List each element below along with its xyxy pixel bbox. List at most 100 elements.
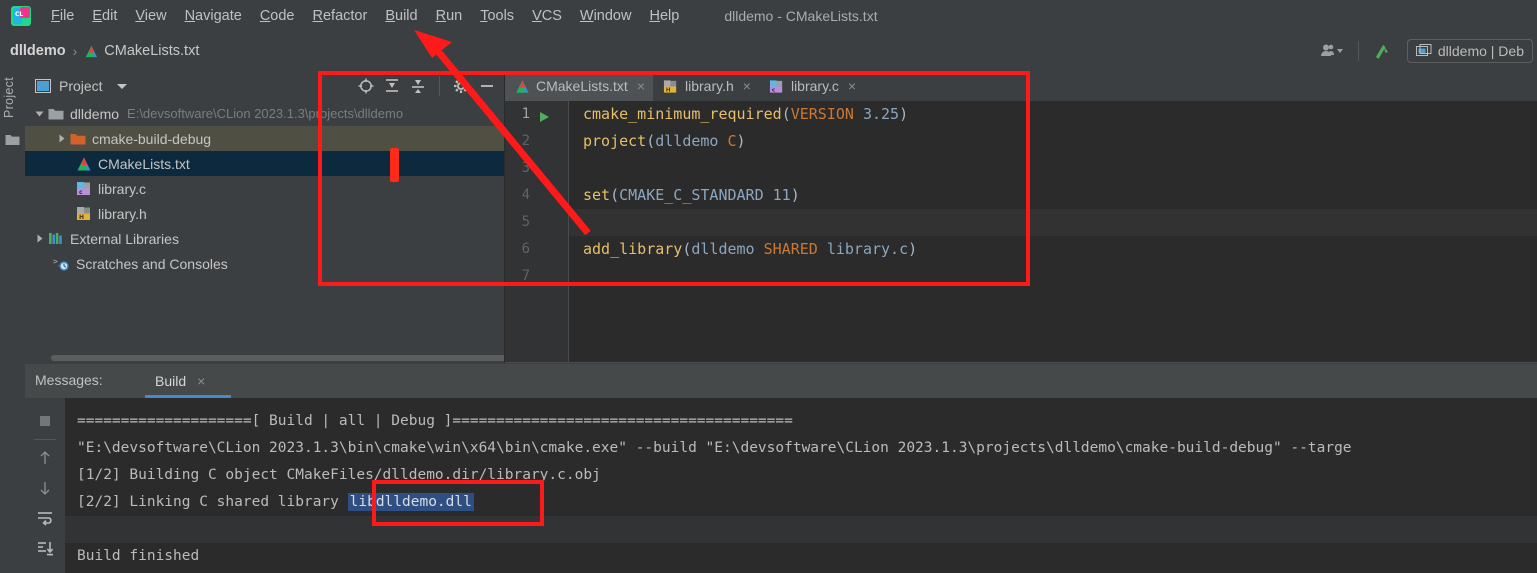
close-icon[interactable]: × xyxy=(197,373,205,389)
menu-item-window[interactable]: Window xyxy=(571,6,641,26)
menu-item-tools[interactable]: Tools xyxy=(471,6,523,26)
tree-node-scratches-and-consoles[interactable]: >_ Scratches and Consoles xyxy=(25,251,504,276)
menu-item-file[interactable]: FFileile xyxy=(42,6,83,26)
code-token: ( xyxy=(646,132,656,150)
scratches-icon: >_ xyxy=(53,255,71,273)
breadcrumb-file[interactable]: CMakeLists.txt xyxy=(104,43,199,59)
code-token: VERSION xyxy=(790,105,854,123)
code-line-5[interactable] xyxy=(569,209,1537,236)
external-libraries-icon xyxy=(47,230,65,248)
code-line-6[interactable]: add_library(dlldemo SHARED library.c) xyxy=(569,236,1537,263)
editor-tab-library-h[interactable]: H library.h × xyxy=(653,71,759,101)
breadcrumb-project[interactable]: dlldemo xyxy=(10,43,66,59)
chevron-right-icon[interactable] xyxy=(53,131,69,147)
code-line-7[interactable] xyxy=(569,263,1537,290)
code-lines[interactable]: cmake_minimum_required(VERSION 3.25) pro… xyxy=(569,101,1537,363)
build-console[interactable]: ====================[ Build | all | Debu… xyxy=(65,398,1537,573)
line-number: 6 xyxy=(521,241,530,257)
console-line-blank xyxy=(65,516,1537,543)
tree-node-cmakelists[interactable]: CMakeLists.txt xyxy=(25,151,504,176)
scroll-to-end-icon[interactable] xyxy=(32,533,58,563)
window-title: dlldemo - CMakeLists.txt xyxy=(724,7,878,24)
tree-label-cmakelists: CMakeLists.txt xyxy=(98,155,190,172)
build-messages-panel: Messages: Build × ====================[… xyxy=(0,364,1537,573)
selected-output-filename[interactable]: libdlldemo.dll xyxy=(347,493,474,511)
svg-text:CL: CL xyxy=(15,11,23,18)
cmake-file-icon xyxy=(84,44,99,59)
run-configuration-selector[interactable]: dlldemo | Deb xyxy=(1406,39,1533,63)
soft-wrap-icon[interactable] xyxy=(32,503,58,533)
editor-tab-cmakelists[interactable]: CMakeLists.txt × xyxy=(505,71,653,102)
h-file-icon: H xyxy=(75,205,93,223)
menu-item-view[interactable]: View xyxy=(126,6,175,26)
settings-gear-icon[interactable] xyxy=(450,75,472,97)
tree-label-dlldemo: dlldemo xyxy=(70,105,120,122)
menu-item-navigate[interactable]: Navigate xyxy=(176,6,251,26)
green-arrow-icon[interactable] xyxy=(1372,40,1394,62)
menu-item-help[interactable]: Help xyxy=(640,6,688,26)
project-horizontal-scrollbar[interactable] xyxy=(51,355,504,361)
code-line-2[interactable]: project(dlldemo C) xyxy=(569,128,1537,155)
code-token: ) xyxy=(790,186,800,204)
close-icon[interactable]: × xyxy=(743,78,751,94)
folder-icon[interactable] xyxy=(5,133,20,149)
tree-node-external-libraries[interactable]: External Libraries xyxy=(25,226,504,251)
tab-build-label: Build xyxy=(155,373,187,389)
code-line-1[interactable]: cmake_minimum_required(VERSION 3.25) xyxy=(569,101,1537,128)
menu-item-refactor[interactable]: Refactor xyxy=(304,6,377,26)
line-number: 1 xyxy=(521,106,530,122)
line-number: 7 xyxy=(521,268,530,284)
locate-icon[interactable] xyxy=(355,75,377,97)
project-file-tree[interactable]: dlldemo E:\devsoftware\CLion 2023.1.3\pr… xyxy=(25,101,504,363)
tree-node-library-c[interactable]: c library.c xyxy=(25,176,504,201)
line-number: 3 xyxy=(521,160,530,176)
prev-problem-icon[interactable] xyxy=(32,443,58,473)
next-problem-icon[interactable] xyxy=(32,473,58,503)
code-token: 3.25 xyxy=(862,105,900,123)
close-icon[interactable]: × xyxy=(637,78,645,94)
console-line-finished: Build finished xyxy=(77,548,200,564)
collapse-all-icon[interactable] xyxy=(407,75,429,97)
code-token: 11 xyxy=(772,186,791,204)
code-token: set xyxy=(583,186,611,204)
stripe-item-project[interactable]: Project xyxy=(2,77,16,118)
code-token: ) xyxy=(908,240,918,258)
editor-tab-library-c[interactable]: c library.c × xyxy=(759,71,864,101)
menu-item-edit[interactable]: Edit xyxy=(83,6,126,26)
tree-node-cmake-build-debug[interactable]: cmake-build-debug xyxy=(25,126,504,151)
toolbar-divider xyxy=(1357,41,1359,61)
menu-item-build[interactable]: Build xyxy=(376,6,426,26)
tab-build[interactable]: Build × xyxy=(145,364,215,398)
navigation-bar: dlldemo › CMakeLists.txt dlldemo | Deb xyxy=(0,31,1537,72)
chevron-down-icon[interactable] xyxy=(31,106,47,122)
account-dropdown-icon[interactable] xyxy=(1319,42,1345,60)
code-editor[interactable]: 1 2 3 4 5 6 7 cmake_minimum_required(VER… xyxy=(505,101,1537,363)
expand-all-icon[interactable] xyxy=(381,75,403,97)
close-icon[interactable]: × xyxy=(848,78,856,94)
editor-tab-label: library.h xyxy=(685,78,734,94)
left-tool-stripe: Project xyxy=(0,71,26,363)
code-token: dlldemo xyxy=(691,240,755,258)
editor-tab-label: CMakeLists.txt xyxy=(536,78,628,94)
chevron-down-icon[interactable] xyxy=(115,81,129,91)
code-token: dlldemo xyxy=(655,132,719,150)
line-number: 4 xyxy=(521,187,530,203)
code-line-3[interactable] xyxy=(569,155,1537,182)
code-line-4[interactable]: set(CMAKE_C_STANDARD 11) xyxy=(569,182,1537,209)
tree-node-dlldemo[interactable]: dlldemo E:\devsoftware\CLion 2023.1.3\pr… xyxy=(25,101,504,126)
messages-tab-row: Messages: Build × xyxy=(25,364,1537,398)
code-token: C xyxy=(727,132,737,150)
messages-label: Messages: xyxy=(35,372,103,388)
menu-item-code[interactable]: Code xyxy=(251,6,304,26)
menu-item-vcs[interactable]: VCS xyxy=(523,6,571,26)
svg-text:c: c xyxy=(79,189,83,196)
menu-item-run[interactable]: Run xyxy=(427,6,472,26)
run-gutter-icon[interactable] xyxy=(537,110,551,127)
navbar-right-group: dlldemo | Deb xyxy=(1312,31,1537,71)
stop-build-icon[interactable] xyxy=(32,406,58,436)
tree-node-library-h[interactable]: H library.h xyxy=(25,201,504,226)
chevron-right-icon[interactable] xyxy=(31,231,47,247)
tree-label-scratches-and-consoles: Scratches and Consoles xyxy=(76,255,228,272)
editor-gutter[interactable]: 1 2 3 4 5 6 7 xyxy=(505,101,568,363)
hide-panel-icon[interactable] xyxy=(476,75,498,97)
